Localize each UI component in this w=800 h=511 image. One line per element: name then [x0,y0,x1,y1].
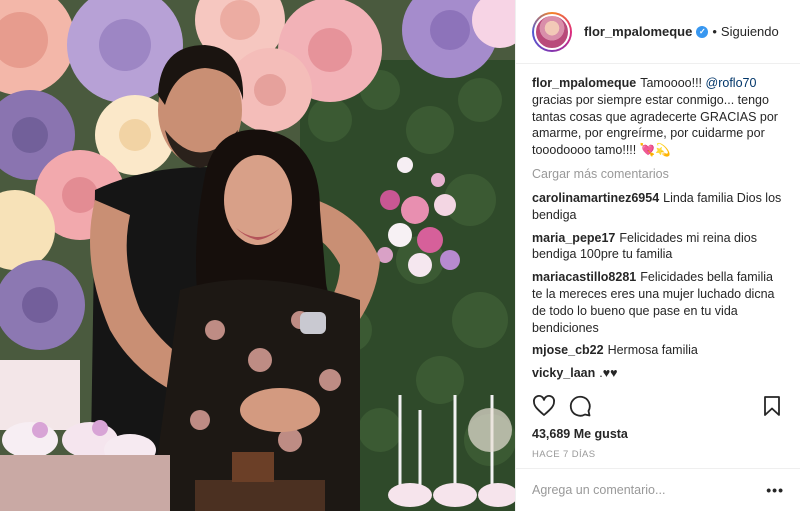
post-photo[interactable] [0,0,515,511]
post-side-panel: flor_mpalomeque ✓ • Siguiendo flor_mpalo… [515,0,800,511]
avatar[interactable] [532,11,572,52]
header-username[interactable]: flor_mpalomeque [584,24,692,39]
add-comment-bar: ••• [516,468,800,511]
comment-text: Hermosa familia [607,343,698,358]
caption-text-after: gracias por siempre estar conmigo... ten… [532,92,778,158]
comment-username[interactable]: vicky_laan [532,366,595,380]
comment-username[interactable]: carolinamartinez6954 [532,191,659,205]
comment-item: carolinamartinez6954 Linda familia Dios l… [532,190,784,224]
caption-username[interactable]: flor_mpalomeque [532,76,636,90]
comment-username[interactable]: maria_pepe17 [532,231,615,245]
following-button[interactable]: Siguiendo [721,24,779,39]
avatar-image [534,13,570,50]
couple-photo-illustration [0,0,515,511]
header-text: flor_mpalomeque ✓ • Siguiendo [584,24,779,39]
comment-bubble-icon[interactable] [568,394,592,418]
action-bar [532,390,784,422]
post-header: flor_mpalomeque ✓ • Siguiendo [516,0,800,64]
header-separator: • [712,24,717,39]
comment-username[interactable]: mjose_cb22 [532,343,604,357]
comment-item: mariacastillo8281 Felicidades bella famil… [532,269,784,336]
caption-mention-link[interactable]: @roflo70 [706,76,757,90]
load-more-comments-button[interactable]: Cargar más comentarios [532,167,784,181]
comment-username[interactable]: mariacastillo8281 [532,270,636,284]
comment-item: mjose_cb22 Hermosa familia [532,342,784,359]
verified-badge-icon: ✓ [696,25,709,38]
more-options-icon[interactable]: ••• [766,482,784,498]
heart-icon[interactable] [532,394,556,418]
comment-input[interactable] [532,483,767,497]
comment-text: .♥♥ [599,366,618,381]
caption-text-before: Tamoooo!!! [640,76,706,90]
comment-item: vicky_laan .♥♥ [532,365,784,382]
comment-item: maria_pepe17 Felicidades mi reina dios be… [532,230,784,264]
comment-list: carolinamartinez6954 Linda familia Dios l… [532,190,784,382]
likes-count[interactable]: 43,689 Me gusta [532,427,628,441]
bookmark-icon[interactable] [760,394,784,418]
post-timestamp[interactable]: HACE 7 DÍAS [532,449,596,460]
comments-section[interactable]: flor_mpalomeque Tamoooo!!! @roflo70 graci… [516,64,800,382]
post-caption: flor_mpalomeque Tamoooo!!! @roflo70 graci… [532,75,784,159]
